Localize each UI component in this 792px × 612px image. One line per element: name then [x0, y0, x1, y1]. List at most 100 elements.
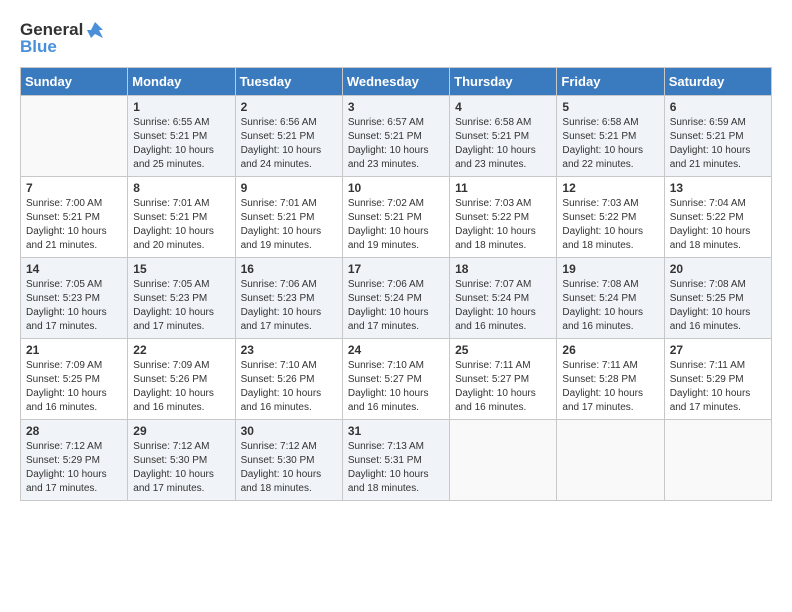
day-number: 30 [241, 424, 337, 438]
day-number: 25 [455, 343, 551, 357]
day-info: Sunrise: 7:02 AMSunset: 5:21 PMDaylight:… [348, 197, 444, 253]
col-header-wednesday: Wednesday [342, 67, 449, 95]
day-number: 28 [26, 424, 122, 438]
week-row-3: 14 Sunrise: 7:05 AMSunset: 5:23 PMDayligh… [21, 257, 772, 338]
day-cell: 3Sunrise: 6:57 AMSunset: 5:21 PMDaylight… [342, 95, 449, 176]
day-number: 11 [455, 181, 551, 195]
day-number: 17 [348, 262, 444, 276]
day-cell [557, 419, 664, 500]
day-number: 2 [241, 100, 337, 114]
logo-bird-icon [85, 20, 105, 40]
day-cell: 10 Sunrise: 7:02 AMSunset: 5:21 PMDayligh… [342, 176, 449, 257]
day-number: 31 [348, 424, 444, 438]
day-number: 19 [562, 262, 658, 276]
col-header-monday: Monday [128, 67, 235, 95]
day-cell [21, 95, 128, 176]
day-cell: 21 Sunrise: 7:09 AMSunset: 5:25 PMDayligh… [21, 338, 128, 419]
day-number: 7 [26, 181, 122, 195]
day-number: 14 [26, 262, 122, 276]
day-info: Sunrise: 7:11 AMSunset: 5:28 PMDaylight:… [562, 359, 658, 415]
day-info: Sunrise: 7:04 AMSunset: 5:22 PMDaylight:… [670, 197, 766, 253]
day-cell: 18 Sunrise: 7:07 AMSunset: 5:24 PMDayligh… [450, 257, 557, 338]
day-info: Sunrise: 7:05 AMSunset: 5:23 PMDaylight:… [133, 278, 229, 334]
day-cell: 26 Sunrise: 7:11 AMSunset: 5:28 PMDayligh… [557, 338, 664, 419]
day-info: Sunrise: 7:06 AMSunset: 5:23 PMDaylight:… [241, 278, 337, 334]
day-cell: 14 Sunrise: 7:05 AMSunset: 5:23 PMDayligh… [21, 257, 128, 338]
day-info: Sunrise: 6:58 AMSunset: 5:21 PMDaylight:… [455, 116, 551, 172]
day-number: 16 [241, 262, 337, 276]
page-header: General Blue [20, 20, 772, 57]
day-info: Sunrise: 7:07 AMSunset: 5:24 PMDaylight:… [455, 278, 551, 334]
day-cell: 24 Sunrise: 7:10 AMSunset: 5:27 PMDayligh… [342, 338, 449, 419]
logo: General Blue [20, 20, 105, 57]
day-info: Sunrise: 7:11 AMSunset: 5:29 PMDaylight:… [670, 359, 766, 415]
day-cell [664, 419, 771, 500]
day-cell: 16 Sunrise: 7:06 AMSunset: 5:23 PMDayligh… [235, 257, 342, 338]
day-cell: 28 Sunrise: 7:12 AMSunset: 5:29 PMDayligh… [21, 419, 128, 500]
day-number: 6 [670, 100, 766, 114]
day-number: 5 [562, 100, 658, 114]
day-number: 27 [670, 343, 766, 357]
day-number: 18 [455, 262, 551, 276]
day-number: 15 [133, 262, 229, 276]
day-number: 12 [562, 181, 658, 195]
day-info: Sunrise: 7:12 AMSunset: 5:29 PMDaylight:… [26, 440, 122, 496]
day-info: Sunrise: 7:08 AMSunset: 5:24 PMDaylight:… [562, 278, 658, 334]
day-number: 8 [133, 181, 229, 195]
day-number: 20 [670, 262, 766, 276]
day-info: Sunrise: 7:09 AMSunset: 5:25 PMDaylight:… [26, 359, 122, 415]
week-row-1: 1Sunrise: 6:55 AMSunset: 5:21 PMDaylight… [21, 95, 772, 176]
col-header-sunday: Sunday [21, 67, 128, 95]
day-info: Sunrise: 6:58 AMSunset: 5:21 PMDaylight:… [562, 116, 658, 172]
day-number: 26 [562, 343, 658, 357]
day-info: Sunrise: 7:09 AMSunset: 5:26 PMDaylight:… [133, 359, 229, 415]
day-cell: 22 Sunrise: 7:09 AMSunset: 5:26 PMDayligh… [128, 338, 235, 419]
col-header-tuesday: Tuesday [235, 67, 342, 95]
day-info: Sunrise: 7:01 AMSunset: 5:21 PMDaylight:… [241, 197, 337, 253]
day-cell: 13Sunrise: 7:04 AMSunset: 5:22 PMDayligh… [664, 176, 771, 257]
day-number: 29 [133, 424, 229, 438]
week-row-5: 28 Sunrise: 7:12 AMSunset: 5:29 PMDayligh… [21, 419, 772, 500]
day-cell: 4 Sunrise: 6:58 AMSunset: 5:21 PMDaylight… [450, 95, 557, 176]
day-cell: 19 Sunrise: 7:08 AMSunset: 5:24 PMDayligh… [557, 257, 664, 338]
day-cell: 31Sunrise: 7:13 AMSunset: 5:31 PMDayligh… [342, 419, 449, 500]
day-cell: 7 Sunrise: 7:00 AMSunset: 5:21 PMDaylight… [21, 176, 128, 257]
day-number: 3 [348, 100, 444, 114]
day-info: Sunrise: 7:12 AMSunset: 5:30 PMDaylight:… [133, 440, 229, 496]
day-info: Sunrise: 6:55 AMSunset: 5:21 PMDaylight:… [133, 116, 229, 172]
day-cell: 29 Sunrise: 7:12 AMSunset: 5:30 PMDayligh… [128, 419, 235, 500]
col-header-thursday: Thursday [450, 67, 557, 95]
day-info: Sunrise: 7:05 AMSunset: 5:23 PMDaylight:… [26, 278, 122, 334]
day-number: 24 [348, 343, 444, 357]
day-info: Sunrise: 7:03 AMSunset: 5:22 PMDaylight:… [455, 197, 551, 253]
day-number: 10 [348, 181, 444, 195]
day-number: 4 [455, 100, 551, 114]
day-info: Sunrise: 7:12 AMSunset: 5:30 PMDaylight:… [241, 440, 337, 496]
day-info: Sunrise: 7:00 AMSunset: 5:21 PMDaylight:… [26, 197, 122, 253]
week-row-2: 7 Sunrise: 7:00 AMSunset: 5:21 PMDaylight… [21, 176, 772, 257]
col-header-saturday: Saturday [664, 67, 771, 95]
day-number: 23 [241, 343, 337, 357]
day-cell: 17Sunrise: 7:06 AMSunset: 5:24 PMDayligh… [342, 257, 449, 338]
day-number: 21 [26, 343, 122, 357]
day-number: 22 [133, 343, 229, 357]
day-info: Sunrise: 7:10 AMSunset: 5:27 PMDaylight:… [348, 359, 444, 415]
week-row-4: 21 Sunrise: 7:09 AMSunset: 5:25 PMDayligh… [21, 338, 772, 419]
day-cell: 9 Sunrise: 7:01 AMSunset: 5:21 PMDaylight… [235, 176, 342, 257]
day-cell [450, 419, 557, 500]
day-info: Sunrise: 7:08 AMSunset: 5:25 PMDaylight:… [670, 278, 766, 334]
day-cell: 15 Sunrise: 7:05 AMSunset: 5:23 PMDayligh… [128, 257, 235, 338]
day-cell: 1Sunrise: 6:55 AMSunset: 5:21 PMDaylight… [128, 95, 235, 176]
day-cell: 2 Sunrise: 6:56 AMSunset: 5:21 PMDaylight… [235, 95, 342, 176]
day-cell: 27 Sunrise: 7:11 AMSunset: 5:29 PMDayligh… [664, 338, 771, 419]
day-info: Sunrise: 6:56 AMSunset: 5:21 PMDaylight:… [241, 116, 337, 172]
day-info: Sunrise: 7:10 AMSunset: 5:26 PMDaylight:… [241, 359, 337, 415]
day-cell: 23 Sunrise: 7:10 AMSunset: 5:26 PMDayligh… [235, 338, 342, 419]
day-cell: 11 Sunrise: 7:03 AMSunset: 5:22 PMDayligh… [450, 176, 557, 257]
day-info: Sunrise: 7:01 AMSunset: 5:21 PMDaylight:… [133, 197, 229, 253]
day-number: 9 [241, 181, 337, 195]
day-info: Sunrise: 7:11 AMSunset: 5:27 PMDaylight:… [455, 359, 551, 415]
logo-blue: Blue [20, 38, 105, 57]
day-cell: 30 Sunrise: 7:12 AMSunset: 5:30 PMDayligh… [235, 419, 342, 500]
day-cell: 25 Sunrise: 7:11 AMSunset: 5:27 PMDayligh… [450, 338, 557, 419]
